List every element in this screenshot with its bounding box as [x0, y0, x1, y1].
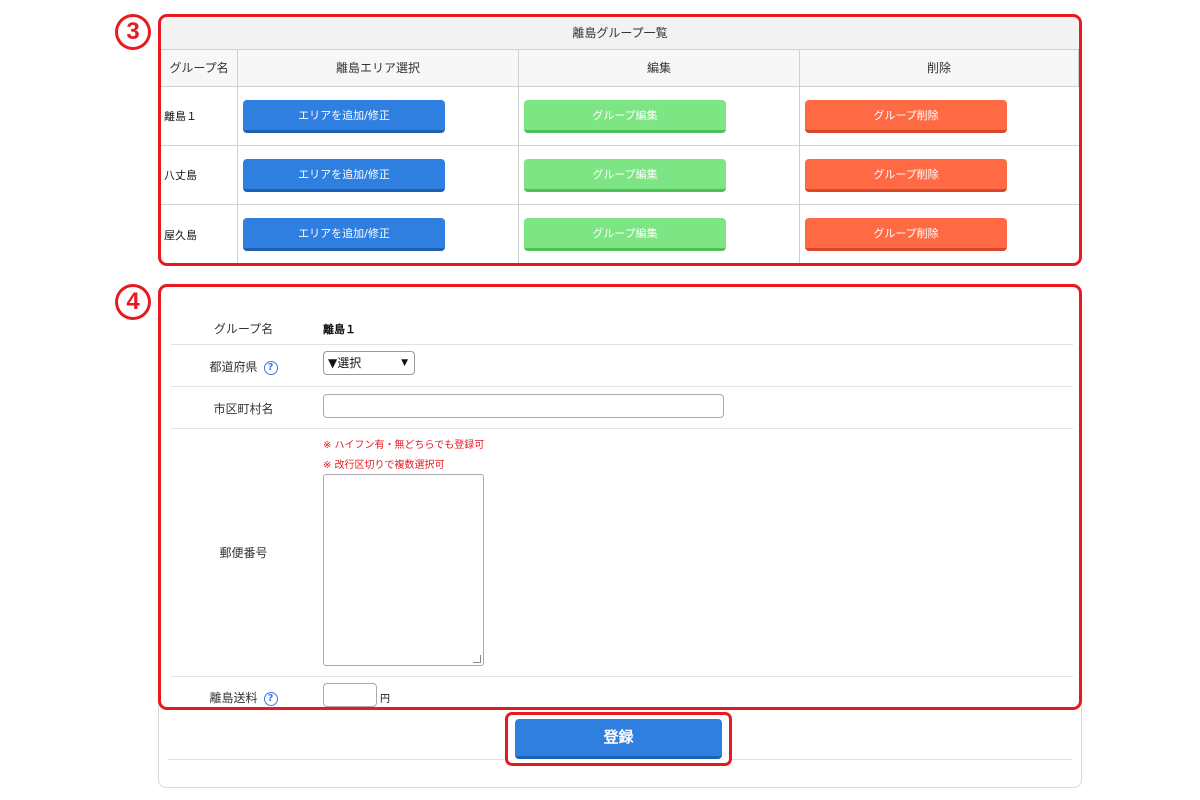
shipping-input[interactable]: [323, 683, 377, 707]
shipping-row: 離島送料? 円: [171, 677, 1073, 707]
city-label: 市区町村名: [213, 402, 274, 416]
chevron-down-icon: ▼: [401, 358, 408, 368]
prefecture-label: 都道府県?: [171, 358, 316, 375]
header-edit: 編集: [519, 50, 800, 87]
postal-note-2: ※ 改行区切りで複数選択可: [323, 460, 445, 471]
postal-label: 郵便番号: [219, 546, 268, 560]
marker-4: 4: [115, 284, 151, 320]
edit-group-button[interactable]: グループ編集: [524, 218, 726, 251]
header-delete: 削除: [800, 50, 1079, 87]
table-row: グループ編集: [519, 146, 800, 205]
add-area-button[interactable]: エリアを追加/修正: [243, 99, 445, 133]
resize-handle-icon[interactable]: [473, 655, 481, 663]
group-list-title: 離島グループ一覧: [161, 17, 1079, 50]
header-group-name: グループ名: [161, 50, 238, 87]
edit-group-button[interactable]: グループ編集: [524, 158, 726, 192]
postal-textarea[interactable]: [323, 474, 484, 666]
help-icon[interactable]: ?: [263, 691, 278, 706]
prefecture-select[interactable]: ▼選択 ▼: [323, 351, 415, 375]
row-3-name: 屋久島: [161, 205, 238, 263]
delete-group-button[interactable]: グループ削除: [805, 158, 1007, 192]
group-name-label: グループ名: [213, 322, 274, 336]
group-form-section: グループ名 離島１ 都道府県? ▼選択 ▼ 市区町村名 郵便番号 ※ ハイフン有・…: [158, 284, 1082, 710]
group-list-section: 離島グループ一覧 グループ名 離島エリア選択 編集 削除 離島１ エリアを追加/…: [158, 14, 1082, 266]
prefecture-selected: ▼選択: [328, 356, 362, 370]
table-row: グループ編集: [519, 205, 800, 263]
table-row: エリアを追加/修正: [238, 205, 519, 263]
city-input[interactable]: [323, 394, 724, 418]
marker-3: 3: [115, 14, 151, 50]
group-name-value: 離島１: [323, 323, 356, 336]
help-icon[interactable]: ?: [263, 360, 278, 375]
prefecture-row: 都道府県? ▼選択 ▼: [171, 345, 1073, 387]
row-2-name: 八丈島: [161, 146, 238, 205]
postal-note-1: ※ ハイフン有・無どちらでも登録可: [323, 440, 485, 451]
table-row: エリアを追加/修正: [238, 87, 519, 146]
shipping-label: 離島送料?: [171, 689, 316, 706]
table-row: グループ削除: [800, 205, 1079, 263]
prefecture-label-text: 都道府県: [209, 360, 258, 374]
header-area-select: 離島エリア選択: [238, 50, 519, 87]
delete-group-button[interactable]: グループ削除: [805, 218, 1007, 251]
shipping-label-text: 離島送料: [209, 691, 258, 705]
delete-group-button[interactable]: グループ削除: [805, 99, 1007, 133]
table-row: グループ削除: [800, 146, 1079, 205]
city-row: 市区町村名: [171, 387, 1073, 429]
shipping-unit: 円: [380, 694, 390, 705]
submit-section: 登録: [505, 712, 732, 766]
group-list-table: グループ名 離島エリア選択 編集 削除 離島１ エリアを追加/修正 グループ編集…: [161, 50, 1079, 263]
add-area-button[interactable]: エリアを追加/修正: [243, 218, 445, 251]
row-1-name: 離島１: [161, 87, 238, 146]
group-name-row: グループ名 離島１: [171, 311, 1073, 345]
table-row: エリアを追加/修正: [238, 146, 519, 205]
edit-group-button[interactable]: グループ編集: [524, 99, 726, 133]
postal-row: 郵便番号 ※ ハイフン有・無どちらでも登録可 ※ 改行区切りで複数選択可: [171, 429, 1073, 677]
table-row: グループ削除: [800, 87, 1079, 146]
register-button[interactable]: 登録: [515, 719, 722, 759]
add-area-button[interactable]: エリアを追加/修正: [243, 158, 445, 192]
table-row: グループ編集: [519, 87, 800, 146]
